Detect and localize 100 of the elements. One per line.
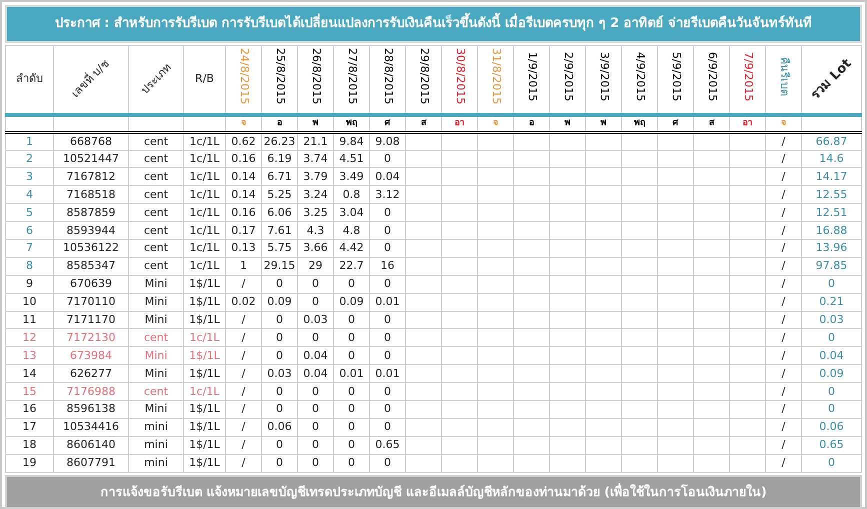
lot-value: 0.02 <box>226 293 262 312</box>
lot-total: 0 <box>802 328 862 347</box>
lot-value: 0 <box>298 436 334 454</box>
lot-value: 0 <box>334 400 370 418</box>
account-number: 8596138 <box>54 400 128 418</box>
row-number: 12 <box>6 328 54 347</box>
weekday-label: พ <box>600 118 606 128</box>
lot-value: 0 <box>334 454 370 472</box>
weekday-label: อ <box>529 118 534 128</box>
column-header: 28/8/2015 <box>380 48 396 105</box>
column-header: รวม Lot <box>807 54 856 104</box>
lot-total: 0 <box>802 382 862 400</box>
lot-value: 0 <box>262 382 298 400</box>
lot-value: 4.8 <box>334 222 370 240</box>
lot-value: 0.09 <box>334 293 370 312</box>
lot-value: 6.19 <box>262 150 298 168</box>
account-number: 670639 <box>54 275 128 294</box>
lot-value: 0 <box>262 275 298 294</box>
lot-value: 16 <box>370 257 406 276</box>
lot-value: 0 <box>370 454 406 472</box>
rebate-rate: 1$/1L <box>184 346 226 365</box>
account-type: mini <box>128 436 184 454</box>
account-type: cent <box>128 222 184 240</box>
lot-value: / <box>226 382 262 400</box>
account-type: cent <box>128 186 184 204</box>
lot-value: / <box>226 275 262 294</box>
lot-value: / <box>226 328 262 347</box>
rebate-rate: 1c/1L <box>184 239 226 258</box>
lot-total: 0.03 <box>802 311 862 329</box>
weekday-label: อา <box>454 118 464 128</box>
weekday-label: ส <box>709 118 714 128</box>
lot-value: 0 <box>370 382 406 400</box>
weekday-label: ศ <box>672 118 678 128</box>
footer-notice: การแจ้งขอรับรีเบต แจ้งหมายเลขบัญชีเทรดประเภทบัญชี และอีเมลล์บัญชีหลักของท่านมาด้วย (เพื่อใช้ในการโอนเงินภายใน) <box>5 474 862 509</box>
lot-value: 0 <box>334 382 370 400</box>
lot-value: 0 <box>370 222 406 240</box>
lot-value: 0 <box>370 275 406 294</box>
lot-total: 66.87 <box>802 132 862 150</box>
account-type: cent <box>128 382 184 400</box>
column-header: R/B <box>195 72 214 85</box>
row-number: 2 <box>6 150 54 168</box>
lot-total: 0.04 <box>802 346 862 365</box>
refund-mark: / <box>766 168 802 186</box>
row-number: 3 <box>6 168 54 186</box>
account-type: Mini <box>128 400 184 418</box>
refund-mark: / <box>766 186 802 204</box>
row-number: 14 <box>6 364 54 383</box>
rebate-rate: 1$/1L <box>184 400 226 418</box>
row-number: 19 <box>6 454 54 472</box>
lot-value: 0.14 <box>226 168 262 186</box>
column-header: ลำดับ <box>16 72 43 85</box>
column-header: 30/8/2015 <box>452 48 468 105</box>
weekday-label: จ <box>781 118 786 128</box>
account-type: cent <box>128 168 184 186</box>
lot-value: 3.74 <box>298 150 334 168</box>
lot-value: 0 <box>334 346 370 365</box>
lot-value: 0.01 <box>370 293 406 312</box>
lot-value: 5.75 <box>262 239 298 258</box>
lot-value: / <box>226 454 262 472</box>
column-header: 6/9/2015 <box>704 52 720 102</box>
lot-value: 3.12 <box>370 186 406 204</box>
account-type: Mini <box>128 293 184 312</box>
lot-value: 0 <box>298 400 334 418</box>
lot-value: 0 <box>370 204 406 222</box>
lot-value: 0.01 <box>334 364 370 383</box>
lot-value: 3.66 <box>298 239 334 258</box>
lot-value: 0 <box>370 400 406 418</box>
lot-value: 0 <box>370 150 406 168</box>
account-type: cent <box>128 328 184 347</box>
account-number: 7171170 <box>54 311 128 329</box>
rebate-rate: 1$/1L <box>184 293 226 312</box>
column-header: 25/8/2015 <box>272 48 288 105</box>
lot-total: 0.65 <box>802 436 862 454</box>
row-number: 5 <box>6 204 54 222</box>
refund-mark: / <box>766 311 802 329</box>
lot-value: 0 <box>262 436 298 454</box>
lot-value: 3.49 <box>334 168 370 186</box>
rebate-rate: 1c/1L <box>184 382 226 400</box>
rebate-rate: 1c/1L <box>184 204 226 222</box>
lot-value: 0 <box>298 328 334 347</box>
lot-value: / <box>226 364 262 383</box>
lot-value: 21.1 <box>298 132 334 150</box>
row-number: 13 <box>6 346 54 365</box>
lot-value: / <box>226 311 262 329</box>
refund-mark: / <box>766 364 802 383</box>
refund-mark: / <box>766 400 802 418</box>
weekday-label: ศ <box>384 118 390 128</box>
lot-total: 0.06 <box>802 418 862 436</box>
account-number: 7172130 <box>54 328 128 347</box>
rebate-rate: 1c/1L <box>184 168 226 186</box>
lot-value: / <box>226 346 262 365</box>
account-number: 8607791 <box>54 454 128 472</box>
weekday-label: จ <box>241 118 246 128</box>
column-header: 29/8/2015 <box>416 48 432 105</box>
weekday-label: อ <box>277 118 282 128</box>
lot-value: 6.06 <box>262 204 298 222</box>
lot-total: 12.55 <box>802 186 862 204</box>
lot-value: 0.03 <box>298 311 334 329</box>
row-number: 7 <box>6 239 54 258</box>
refund-mark: / <box>766 204 802 222</box>
